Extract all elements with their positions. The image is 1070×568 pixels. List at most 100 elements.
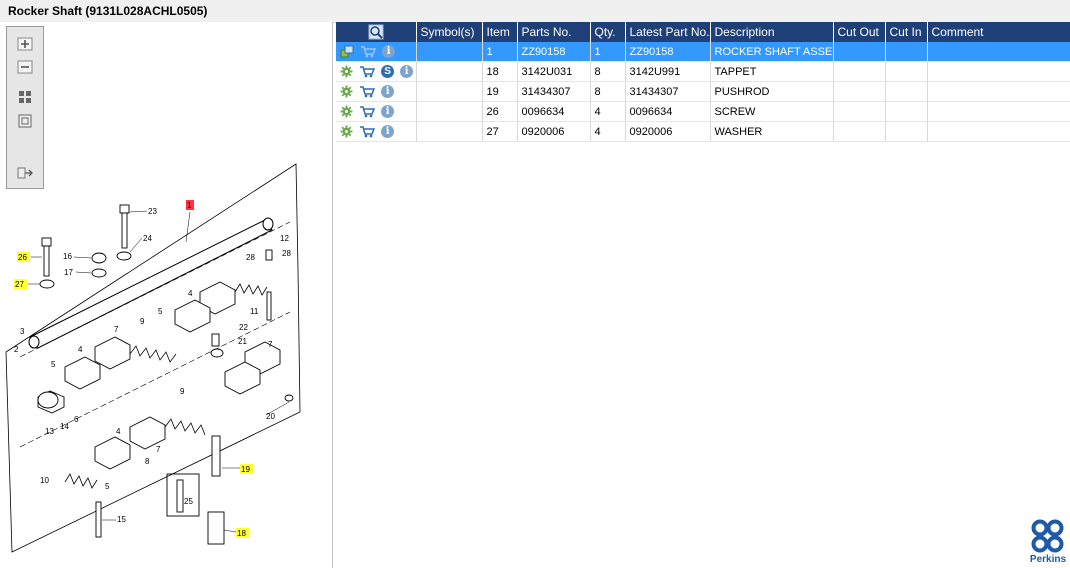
callout-1: 1 [187,201,192,210]
row-parts-no[interactable]: 0920006 [517,121,591,142]
cart-icon[interactable] [359,125,376,138]
column-header-qty[interactable]: Qty. [590,22,626,42]
row-item: 27 [482,121,518,142]
svg-text:25: 25 [184,497,193,506]
cart-icon[interactable] [359,105,376,118]
svg-text:27: 27 [15,280,24,289]
brand-name: Perkins [1029,554,1067,565]
row-actions: i [336,101,417,122]
column-header-latest-part-no[interactable]: Latest Part No. [625,22,711,42]
column-header-item[interactable]: Item [482,22,518,42]
svg-text:6: 6 [74,415,79,424]
column-header-description[interactable]: Description [710,22,834,42]
row-latest-part-no: 3142U991 [625,61,711,82]
actual-size-button[interactable] [16,113,34,129]
table-row[interactable]: i 1 ZZ90158 1 ZZ90158 ROCKER SHAFT ASSEM… [336,42,1070,62]
row-cut-out [833,101,886,122]
zoom-in-button[interactable] [16,36,34,52]
row-cut-in [885,101,928,122]
row-qty: 1 [590,42,626,62]
row-item: 1 [482,42,518,62]
row-description: PUSHROD [710,81,834,102]
table-row[interactable]: S i 18 3142U031 8 3142U991 TAPPET [336,61,1070,82]
svg-text:5: 5 [105,482,110,491]
cart-icon[interactable] [360,45,377,58]
svg-text:10: 10 [40,476,49,485]
row-cut-out [833,81,886,102]
assembly-icon[interactable] [340,45,354,58]
row-cut-in [885,121,928,142]
svg-text:20: 20 [266,412,275,421]
row-cut-out [833,61,886,82]
info-icon[interactable]: i [381,125,395,138]
diagram-pane[interactable]: 1 23 24 16 17 26 27 12 28 28 459 7 11 22 21 7 4 … [0,22,333,568]
svg-text:21: 21 [238,337,247,346]
row-qty: 8 [590,61,626,82]
svg-text:24: 24 [143,234,152,243]
table-header-row: Symbol(s) Item Parts No. Qty. Latest Par… [336,22,1070,42]
row-description: WASHER [710,121,834,142]
row-latest-part-no: 31434307 [625,81,711,102]
column-header-cut-out[interactable]: Cut Out [833,22,886,42]
svg-text:4: 4 [78,345,83,354]
info-icon[interactable]: i [381,105,395,118]
row-actions: i [336,42,417,62]
svg-text:12: 12 [280,234,289,243]
column-header-symbols[interactable]: Symbol(s) [416,22,483,42]
parts-table-area: Symbol(s) Item Parts No. Qty. Latest Par… [336,22,1070,568]
gear-icon[interactable] [340,125,353,138]
row-item: 18 [482,61,518,82]
exploded-parts-diagram[interactable]: 1 2324 1617 26 27 122828 459 71122 21 74 … [0,162,330,562]
row-cut-in [885,61,928,82]
row-parts-no[interactable]: 31434307 [517,81,591,102]
gear-icon[interactable] [340,65,353,78]
fit-page-button[interactable] [16,89,34,105]
title-bar: Rocker Shaft (9131L028ACHL0505) [0,0,1070,23]
svg-text:9: 9 [180,387,185,396]
cart-icon[interactable] [359,65,376,78]
row-description: ROCKER SHAFT ASSEMB [710,42,834,62]
svg-text:16: 16 [63,252,72,261]
svg-text:9: 9 [140,317,145,326]
perkins-logo-mark [1031,519,1064,553]
zoom-out-icon [17,60,33,74]
row-parts-no[interactable]: 0096634 [517,101,591,122]
row-qty: 4 [590,101,626,122]
parts-table: Symbol(s) Item Parts No. Qty. Latest Par… [336,22,1070,142]
search-icon[interactable] [368,24,384,40]
row-cut-out [833,121,886,142]
zoom-out-button[interactable] [16,59,34,75]
column-header-parts-no[interactable]: Parts No. [517,22,591,42]
row-latest-part-no: 0096634 [625,101,711,122]
info-icon[interactable]: i [381,85,395,98]
row-cut-in [885,81,928,102]
column-header-search[interactable] [336,22,417,42]
gear-icon[interactable] [340,85,353,98]
svg-text:14: 14 [60,422,69,431]
cart-icon[interactable] [359,85,376,98]
row-latest-part-no: ZZ90158 [625,42,711,62]
table-row[interactable]: i 27 0920006 4 0920006 WASHER [336,121,1070,142]
svg-text:2: 2 [14,345,19,354]
column-header-cut-in[interactable]: Cut In [885,22,928,42]
svg-text:26: 26 [18,253,27,262]
svg-text:23: 23 [148,207,157,216]
fit-page-icon [19,91,31,103]
row-symbols [416,61,483,82]
row-symbols [416,121,483,142]
row-comment [927,101,1070,122]
row-parts-no[interactable]: 3142U031 [517,61,591,82]
column-header-comment[interactable]: Comment [927,22,1070,42]
info-icon[interactable]: i [382,45,396,58]
table-row[interactable]: i 19 31434307 8 31434307 PUSHROD [336,81,1070,102]
gear-icon[interactable] [340,105,353,118]
row-cut-in [885,42,928,62]
s-icon[interactable]: S [381,65,395,78]
info-icon[interactable]: i [400,65,414,78]
table-row[interactable]: i 26 0096634 4 0096634 SCREW [336,101,1070,122]
svg-text:28: 28 [246,253,255,262]
svg-text:11: 11 [250,307,259,316]
row-parts-no[interactable]: ZZ90158 [517,42,591,62]
svg-text:19: 19 [241,465,250,474]
row-item: 19 [482,81,518,102]
